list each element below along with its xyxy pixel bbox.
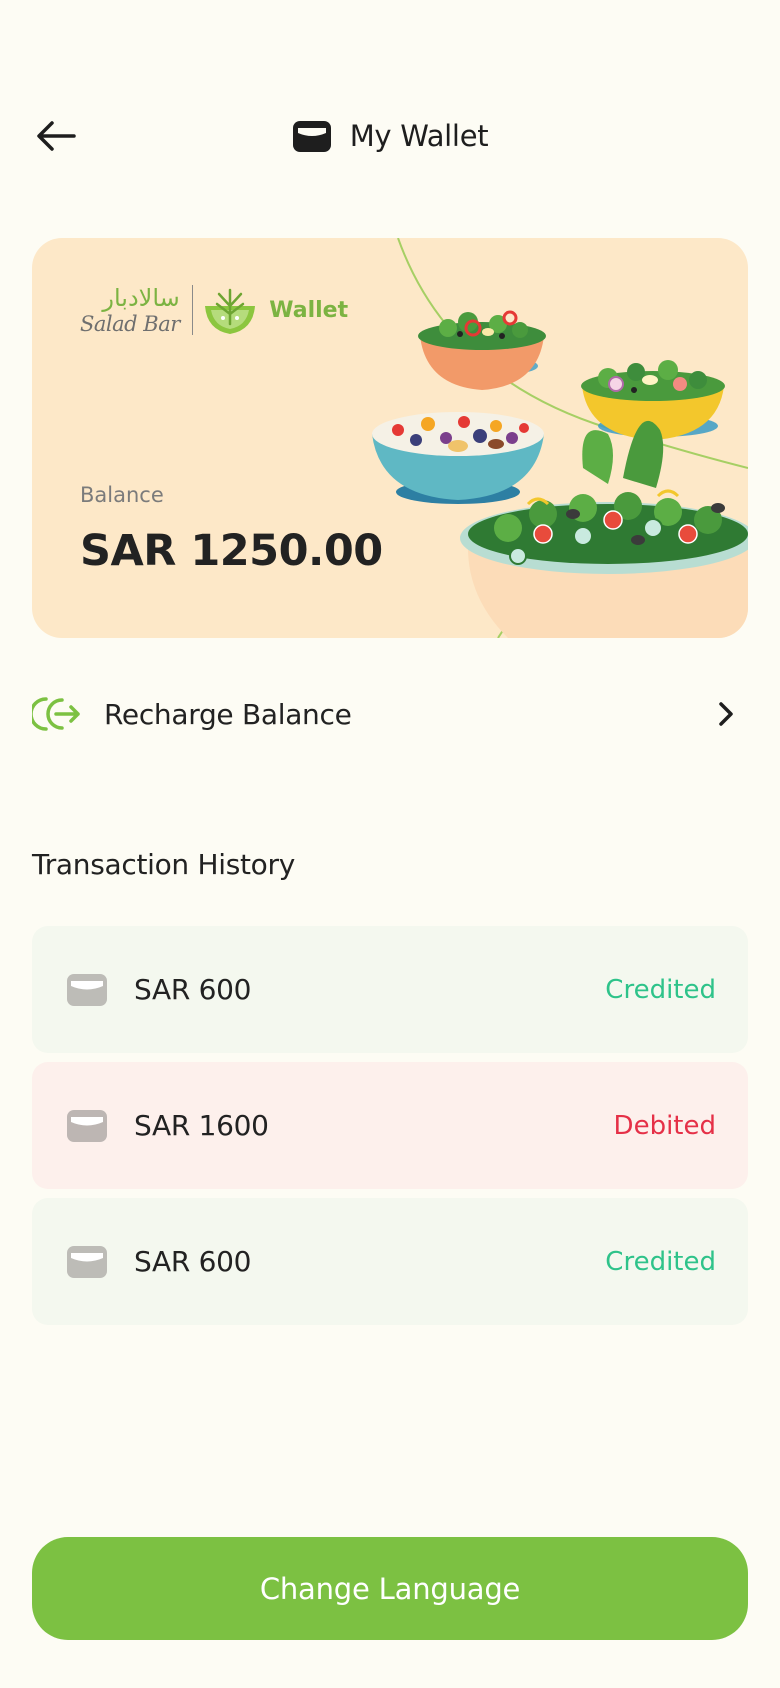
transaction-amount: SAR 1600	[134, 1109, 269, 1142]
brand-wallet-label: Wallet	[269, 297, 349, 323]
transaction-item[interactable]: SAR 1600 Debited	[32, 1062, 748, 1189]
balance-amount: SAR 1250.00	[80, 526, 383, 576]
card-icon	[66, 973, 108, 1007]
brand-arabic-text: سالادبار	[102, 283, 180, 312]
page-title: My Wallet	[349, 119, 489, 153]
wallet-icon	[292, 121, 331, 152]
transaction-status: Debited	[613, 1110, 716, 1141]
transaction-amount: SAR 600	[134, 1245, 252, 1278]
card-icon	[66, 1109, 108, 1143]
chevron-right-icon	[719, 702, 733, 726]
wallet-card: سالادبار Salad Bar Wallet Balance SAR 12…	[32, 238, 748, 638]
transaction-item[interactable]: SAR 600 Credited	[32, 1198, 748, 1325]
recharge-balance-label: Recharge Balance	[104, 697, 352, 731]
transaction-item[interactable]: SAR 600 Credited	[32, 926, 748, 1053]
recharge-icon	[32, 697, 80, 731]
transaction-status: Credited	[605, 974, 716, 1005]
transaction-status: Credited	[605, 1246, 716, 1277]
balance-label: Balance	[80, 483, 164, 507]
transaction-amount: SAR 600	[134, 973, 252, 1006]
transaction-history-title: Transaction History	[32, 848, 295, 881]
brand-latin-text: Salad Bar	[80, 311, 180, 336]
brand-logo: سالادبار Salad Bar Wallet	[80, 282, 348, 338]
salad-bowl-logo-icon	[205, 288, 256, 334]
card-icon	[66, 1245, 108, 1279]
salad-bowls-illustration	[372, 238, 748, 638]
recharge-balance-row[interactable]: Recharge Balance	[32, 685, 748, 743]
transaction-list: SAR 600 Credited SAR 1600 Debited SAR 60…	[32, 926, 748, 1334]
brand-divider	[191, 285, 194, 335]
header: My Wallet	[0, 112, 780, 160]
change-language-button[interactable]: Change Language	[32, 1537, 748, 1640]
